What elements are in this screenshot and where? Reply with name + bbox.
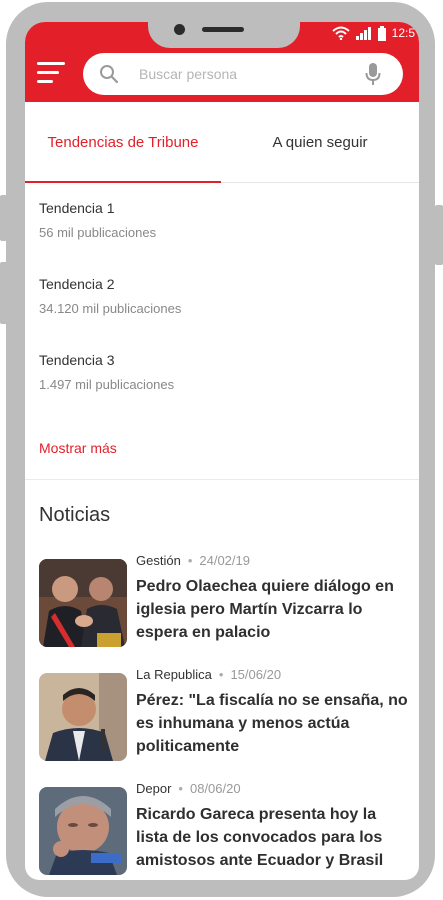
wifi-icon	[331, 26, 350, 40]
trend-name: Tendencia 3	[39, 352, 115, 368]
news-meta: Gestión • 24/02/19	[136, 553, 250, 568]
microphone-icon[interactable]	[365, 62, 381, 86]
show-more-link[interactable]: Mostrar más	[39, 440, 117, 456]
trend-item[interactable]: Tendencia 2 34.120 mil publicaciones	[39, 276, 399, 316]
search-input[interactable]	[139, 63, 349, 85]
news-headline: Ricardo Gareca presenta hoy la lista de …	[136, 806, 384, 869]
news-meta: Depor • 08/06/20	[136, 781, 241, 796]
news-source: La Republica	[136, 667, 212, 682]
trend-count: 34.120 mil publicaciones	[39, 301, 182, 316]
phone-side-button	[0, 195, 8, 241]
news-date: 15/06/20	[230, 667, 282, 682]
active-tab-indicator	[25, 181, 221, 183]
news-headline: Pérez: "La fiscalía no se ensaña, no es …	[136, 692, 408, 755]
section-divider	[25, 479, 419, 480]
news-item[interactable]: Gestión • 24/02/19 Pedro Olaechea quiere d…	[39, 553, 411, 651]
search-icon	[100, 65, 119, 84]
app-screen: 12:5 Tendencias de Tribune A quien segui…	[25, 22, 419, 880]
news-item[interactable]: La Republica • 15/06/20 Pérez: "La fiscalí…	[39, 667, 411, 765]
trend-count: 56 mil publicaciones	[39, 225, 157, 240]
trend-item[interactable]: Tendencia 3 1.497 mil publicaciones	[39, 352, 399, 392]
news-date: 24/02/19	[199, 553, 250, 568]
news-thumbnail	[39, 559, 127, 647]
news-section-title: Noticias	[39, 504, 111, 526]
status-time: 12:5	[391, 26, 415, 40]
news-source: Depor	[136, 781, 172, 796]
phone-side-button	[0, 262, 8, 324]
search-bar[interactable]	[83, 53, 403, 95]
news-source: Gestión	[136, 553, 181, 568]
trend-name: Tendencia 1	[39, 200, 115, 216]
status-bar: 12:5	[331, 24, 415, 42]
news-item[interactable]: Depor • 08/06/20 Ricardo Gareca presenta h…	[39, 781, 411, 879]
news-meta: La Republica • 15/06/20	[136, 667, 282, 682]
news-thumbnail	[39, 673, 127, 761]
news-date: 08/06/20	[189, 781, 241, 796]
app-header: 12:5	[25, 22, 419, 102]
front-camera	[174, 24, 185, 35]
phone-notch	[148, 22, 300, 48]
hamburger-menu-icon[interactable]	[37, 62, 67, 86]
tab-tendencias[interactable]: Tendencias de Tribune	[25, 102, 221, 182]
trend-name: Tendencia 2	[39, 276, 115, 292]
trend-item[interactable]: Tendencia 1 56 mil publicaciones	[39, 200, 399, 240]
news-headline: Pedro Olaechea quiere diálogo en iglesia…	[136, 578, 394, 641]
signal-icon	[355, 27, 371, 40]
battery-icon	[377, 25, 386, 41]
trend-count: 1.497 mil publicaciones	[39, 377, 175, 392]
news-thumbnail	[39, 787, 127, 875]
phone-side-button	[435, 205, 443, 265]
tab-bar: Tendencias de Tribune A quien seguir	[25, 102, 419, 183]
tab-a-quien-seguir[interactable]: A quien seguir	[221, 102, 419, 182]
earpiece-speaker	[202, 27, 244, 32]
